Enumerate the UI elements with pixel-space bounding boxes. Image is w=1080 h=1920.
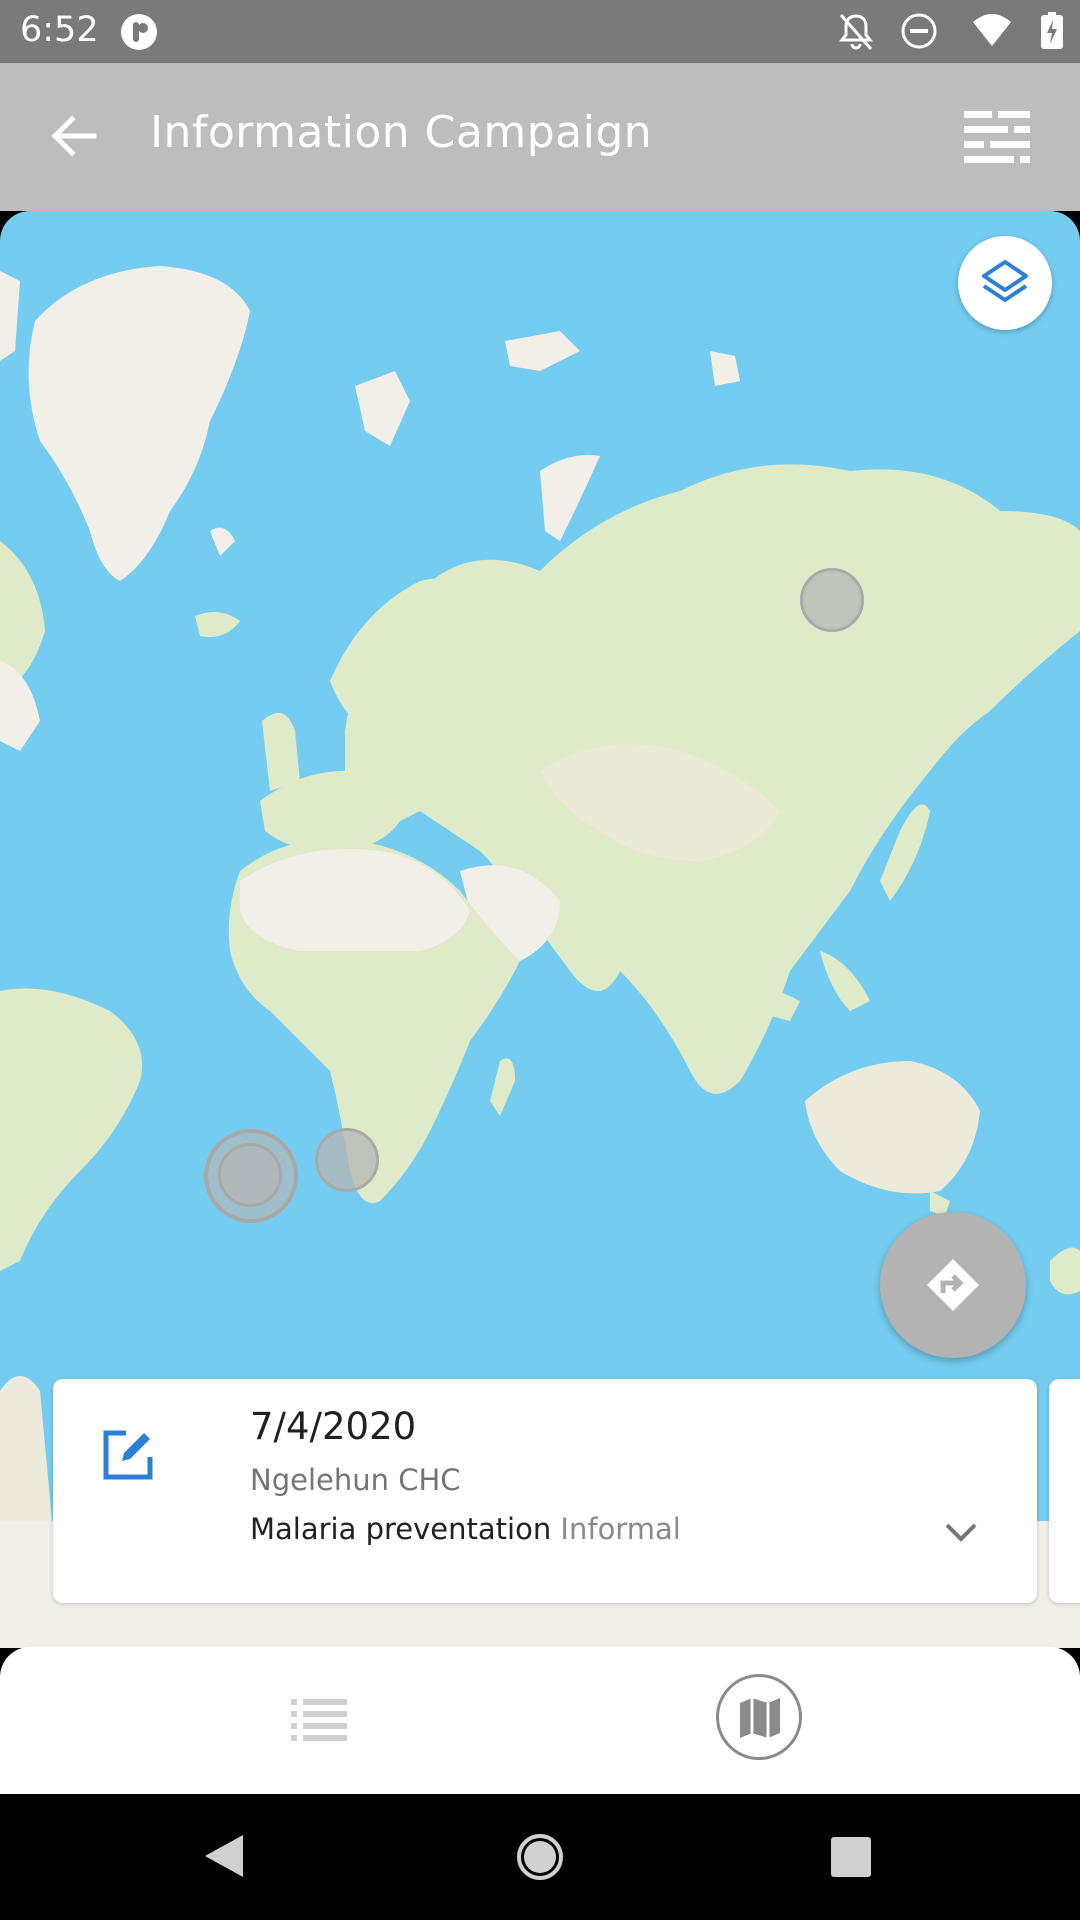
list-view-icon[interactable]: [291, 1697, 347, 1743]
app-bar: Information Campaign: [0, 63, 1080, 211]
event-value-secondary: Informal: [560, 1512, 681, 1546]
navigate-button[interactable]: [880, 1212, 1026, 1358]
cluster-marker[interactable]: [218, 1143, 282, 1207]
cluster-marker[interactable]: [315, 1128, 379, 1192]
event-value-primary: Malaria preventation: [250, 1512, 552, 1546]
bottom-navigation: [0, 1647, 1080, 1794]
notifications-off-icon: [838, 14, 874, 50]
event-values: Malaria preventation Informal: [250, 1512, 681, 1546]
edit-icon[interactable]: [100, 1427, 156, 1483]
system-recents-icon[interactable]: [831, 1837, 871, 1877]
system-back-icon[interactable]: [203, 1833, 245, 1879]
wifi-icon: [973, 14, 1011, 46]
back-arrow-icon[interactable]: [46, 108, 102, 164]
filter-list-icon[interactable]: [964, 109, 1030, 165]
map-view-icon: [740, 1698, 780, 1738]
map-view-button[interactable]: [716, 1674, 802, 1760]
system-home-icon[interactable]: [516, 1833, 564, 1881]
status-time: 6:52: [20, 10, 99, 50]
page-title: Information Campaign: [150, 107, 653, 158]
directions-icon: [927, 1259, 979, 1311]
layers-button[interactable]: [958, 236, 1052, 330]
cluster-marker[interactable]: [800, 568, 864, 632]
next-event-card[interactable]: [1049, 1379, 1080, 1603]
status-bar: 6:52: [0, 0, 1080, 63]
event-org-unit: Ngelehun CHC: [250, 1463, 461, 1497]
battery-charging-icon: [1041, 12, 1063, 49]
layers-icon: [982, 260, 1028, 302]
app-notification-icon: [121, 14, 157, 50]
map-bottom-strip: [0, 1608, 1080, 1648]
event-date: 7/4/2020: [250, 1405, 417, 1448]
chevron-down-icon[interactable]: [943, 1521, 979, 1543]
system-navigation-bar: [0, 1794, 1080, 1920]
event-card[interactable]: 7/4/2020 Ngelehun CHC Malaria preventati…: [53, 1379, 1037, 1603]
do-not-disturb-icon: [901, 13, 937, 49]
